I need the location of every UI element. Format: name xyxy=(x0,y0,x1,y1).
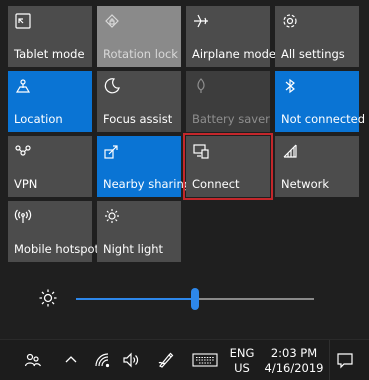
tile-all-settings[interactable]: All settings xyxy=(275,6,359,67)
tile-label: Not connected xyxy=(281,112,366,126)
clock[interactable]: 2:03 PM 4/16/2019 xyxy=(262,346,326,376)
tile-network[interactable]: Network xyxy=(275,136,359,197)
tile-label: Mobile hotspot xyxy=(14,242,100,256)
tile-nearby-sharing[interactable]: Nearby sharing xyxy=(97,136,191,197)
volume-icon[interactable] xyxy=(122,351,140,369)
tile-label: Battery saver xyxy=(192,112,270,126)
night-light-icon xyxy=(103,207,121,225)
language-code: ENG xyxy=(229,346,255,360)
taskbar: ENG US 2:03 PM 4/16/2019 xyxy=(0,339,369,380)
battery-saver-icon xyxy=(192,77,210,95)
rotation-lock-icon xyxy=(103,12,121,30)
tile-airplane-mode[interactable]: Airplane mode xyxy=(186,6,276,67)
clock-date: 4/16/2019 xyxy=(264,361,324,375)
tile-label: Network xyxy=(281,177,330,191)
brightness-icon xyxy=(38,288,58,308)
location-icon xyxy=(14,77,32,95)
clock-time: 2:03 PM xyxy=(270,346,318,360)
tile-label: Location xyxy=(14,112,63,126)
vpn-icon xyxy=(14,142,32,160)
tile-location[interactable]: Location xyxy=(8,71,92,132)
tile-label: Connect xyxy=(192,177,240,191)
bluetooth-icon xyxy=(281,77,299,95)
tile-label: All settings xyxy=(281,47,345,61)
tile-label: VPN xyxy=(14,177,38,191)
mobile-hotspot-icon xyxy=(14,207,32,225)
brightness-slider[interactable] xyxy=(76,288,314,310)
pen-workspace-icon[interactable] xyxy=(157,351,175,369)
gear-icon xyxy=(281,12,299,30)
taskbar-divider xyxy=(329,340,330,380)
input-language-indicator[interactable]: ENG US xyxy=(228,346,256,376)
brightness-slider-fill xyxy=(76,298,195,300)
tile-focus-assist[interactable]: Focus assist xyxy=(97,71,181,132)
people-icon[interactable] xyxy=(24,351,42,369)
airplane-icon xyxy=(192,12,210,30)
tile-label: Nearby sharing xyxy=(103,177,192,191)
tile-label: Tablet mode xyxy=(14,47,85,61)
tile-label: Airplane mode xyxy=(192,47,276,61)
region-code: US xyxy=(234,361,250,375)
tile-label: Night light xyxy=(103,242,164,256)
tile-bluetooth[interactable]: Not connected xyxy=(275,71,365,132)
tablet-mode-icon xyxy=(14,12,32,30)
chevron-up-icon[interactable] xyxy=(62,351,80,369)
tile-vpn[interactable]: VPN xyxy=(8,136,92,197)
tile-mobile-hotspot[interactable]: Mobile hotspot xyxy=(8,201,99,262)
tile-rotation-lock[interactable]: Rotation lock xyxy=(97,6,181,67)
moon-icon xyxy=(103,77,121,95)
tile-tablet-mode[interactable]: Tablet mode xyxy=(8,6,92,67)
network-icon xyxy=(281,142,299,160)
tile-connect[interactable]: Connect xyxy=(183,133,273,200)
quick-actions-grid: Tablet mode Rotation lock Airplane mode … xyxy=(8,6,365,262)
tile-label: Focus assist xyxy=(103,112,173,126)
tile-label: Rotation lock xyxy=(103,47,178,61)
action-center-icon[interactable] xyxy=(336,351,354,369)
brightness-slider-thumb[interactable] xyxy=(191,288,199,310)
tile-night-light[interactable]: Night light xyxy=(97,201,181,262)
touch-keyboard-icon[interactable] xyxy=(192,351,218,369)
brightness-row xyxy=(0,284,369,314)
tile-battery-saver[interactable]: Battery saver xyxy=(186,71,270,132)
connect-icon xyxy=(192,142,210,160)
nearby-sharing-icon xyxy=(103,142,121,160)
wifi-icon[interactable] xyxy=(93,351,111,369)
